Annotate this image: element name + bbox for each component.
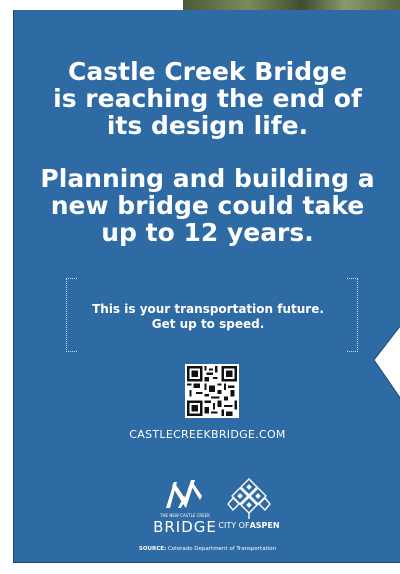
right-bracket (347, 278, 358, 352)
cta-line: This is your transportation future. (92, 302, 324, 316)
qr-code-icon[interactable] (185, 364, 239, 418)
headline-line: its design life. (106, 111, 309, 140)
headline-line: up to 12 years. (101, 218, 314, 247)
aspen-leaf-icon (227, 478, 271, 519)
headline-design-life: Castle Creek Bridge is reaching the end … (14, 58, 400, 139)
headline-line: Planning and building a (40, 164, 375, 193)
aspen-logo-prefix: CITY OF (218, 521, 250, 530)
left-bracket (66, 278, 77, 352)
headline-line: new bridge could take (50, 191, 365, 220)
city-of-aspen-logo: CITY OFASPEN (213, 478, 285, 544)
source-label: SOURCE: (138, 546, 167, 552)
cta-line: Get up to speed. (151, 317, 265, 331)
headline-line: is reaching the end of (53, 84, 362, 113)
website-url[interactable]: CASTLECREEKBRIDGE.COM (14, 428, 400, 441)
arrow-notch-icon (374, 325, 400, 399)
source-text: Colorado Department of Transportation (167, 546, 277, 552)
bridge-mark-icon (166, 480, 202, 508)
source-credit: SOURCE: Colorado Department of Transport… (14, 546, 400, 552)
aspen-logo-text: CITY OFASPEN (213, 521, 285, 530)
castle-creek-bridge-logo: THE NEW CASTLE CREEK BRIDGE (153, 476, 216, 546)
headline-timeline: Planning and building a new bridge could… (14, 165, 400, 246)
aspen-logo-name: ASPEN (249, 521, 280, 530)
headline-line: Castle Creek Bridge (68, 57, 347, 86)
call-to-action: This is your transportation future. Get … (84, 302, 332, 332)
poster-card: Castle Creek Bridge is reaching the end … (13, 10, 400, 563)
